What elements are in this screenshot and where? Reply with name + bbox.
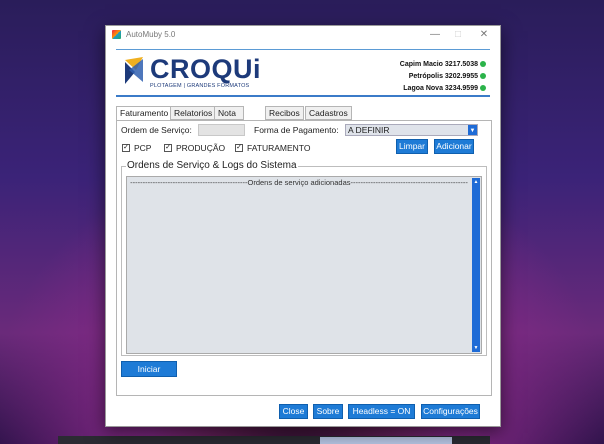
contact-item: Lagoa Nova 3234.9599	[400, 83, 486, 95]
brand-tagline: PLOTAGEM | GRANDES FORMATOS	[150, 83, 250, 89]
whatsapp-icon	[480, 84, 486, 91]
tab-recibos[interactable]: Recibos	[265, 106, 304, 120]
whatsapp-icon	[480, 60, 486, 67]
ordem-label: Ordem de Serviço:	[121, 125, 192, 135]
tab-nota-fiscal[interactable]: Nota Fiscal	[214, 106, 245, 131]
tab-cadastros[interactable]: Cadastros	[305, 106, 352, 120]
scroll-down-icon[interactable]: ▼	[472, 344, 480, 352]
checkbox-producao[interactable]: ✓	[164, 144, 172, 152]
forma-pagamento-value: A DEFINIR	[348, 125, 390, 135]
checkbox-pcp[interactable]: ✓	[122, 144, 130, 152]
header-divider-top	[116, 49, 490, 50]
pagamento-label: Forma de Pagamento:	[254, 125, 339, 135]
adicionar-button[interactable]: Adicionar	[434, 139, 474, 154]
title-bar: AutoMuby 5.0 — □ ✕	[106, 26, 500, 44]
croqui-logo-icon	[125, 57, 143, 84]
maximize-button[interactable]: □	[449, 28, 467, 42]
ordem-servico-input[interactable]	[198, 124, 245, 136]
forma-pagamento-select[interactable]: A DEFINIR ▼	[345, 124, 478, 136]
close-window-button[interactable]: ✕	[475, 28, 493, 42]
whatsapp-icon	[480, 72, 486, 79]
logs-group: Ordens de Serviço & Logs do Sistema ----…	[121, 160, 487, 356]
log-line: ----------------------------------------…	[130, 178, 468, 187]
chevron-down-icon[interactable]: ▼	[468, 125, 477, 135]
brand-logo-text: CROQUi	[150, 54, 261, 84]
app-window: AutoMuby 5.0 — □ ✕ CROQUi PLOTAGEM | GRA…	[105, 25, 501, 427]
taskbar-app-item[interactable]	[320, 437, 452, 444]
app-icon	[112, 30, 121, 39]
brand-header: CROQUi PLOTAGEM | GRANDES FORMATOS Capim…	[116, 47, 490, 97]
sobre-button[interactable]: Sobre	[313, 404, 343, 419]
checkbox-faturamento[interactable]: ✓	[235, 144, 243, 152]
scroll-up-icon[interactable]: ▲	[472, 178, 480, 186]
window-title: AutoMuby 5.0	[126, 30, 176, 39]
tab-faturamento[interactable]: Faturamento	[116, 106, 173, 121]
minimize-button[interactable]: —	[426, 28, 444, 42]
limpar-button[interactable]: Limpar	[396, 139, 428, 154]
contact-list: Capim Macio 3217.5038 Petrópolis 3202.99…	[400, 59, 486, 95]
checkbox-faturamento-label: FATURAMENTO	[247, 143, 311, 153]
iniciar-button[interactable]: Iniciar	[121, 361, 177, 377]
checkbox-producao-label: PRODUÇÃO	[176, 143, 226, 153]
contact-item: Capim Macio 3217.5038	[400, 59, 486, 71]
checkbox-pcp-label: PCP	[134, 143, 152, 153]
headless-toggle-button[interactable]: Headless = ON	[348, 404, 415, 419]
tab-relatorios[interactable]: Relatorios	[170, 106, 217, 120]
close-button[interactable]: Close	[279, 404, 308, 419]
contact-item: Petrópolis 3202.9955	[400, 71, 486, 83]
logs-textarea[interactable]: ----------------------------------------…	[126, 176, 482, 354]
header-divider-bottom	[116, 95, 490, 97]
faturamento-panel: Ordem de Serviço: Forma de Pagamento: A …	[116, 120, 492, 396]
configuracoes-button[interactable]: Configurações	[421, 404, 480, 419]
logs-group-title: Ordens de Serviço & Logs do Sistema	[126, 160, 298, 171]
logs-scrollbar[interactable]: ▲ ▼	[472, 178, 480, 352]
